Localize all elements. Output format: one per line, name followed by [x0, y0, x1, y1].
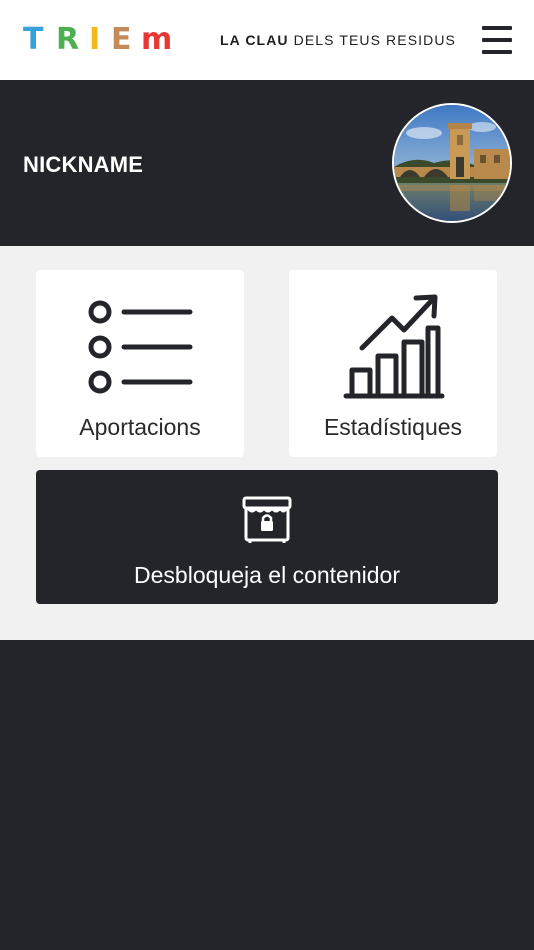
nickname: NICKNAME: [23, 152, 144, 177]
bar-chart-growth-icon: [343, 294, 445, 399]
hamburger-menu-button[interactable]: [482, 26, 512, 54]
logo-letter-t: T: [23, 22, 44, 57]
logo-letter-i: I: [89, 22, 101, 57]
profile-section: NICKNAME: [0, 80, 534, 246]
unlock-container-button[interactable]: Desbloqueja el contenidor: [36, 470, 498, 604]
tagline: LA CLAU DELS TEUS RESIDUS: [220, 32, 456, 48]
triem-logo[interactable]: T R I E m: [23, 22, 177, 57]
statistics-button[interactable]: Estadístiques: [289, 270, 497, 457]
list-icon: [88, 300, 193, 394]
locked-container-icon: [242, 496, 292, 543]
town-bridge-photo: [394, 105, 510, 221]
unlock-label: Desbloqueja el contenidor: [134, 562, 400, 588]
logo-letter-e: E: [111, 22, 132, 57]
tagline-rest: DELS TEUS RESIDUS: [288, 32, 456, 48]
tagline-bold: LA CLAU: [220, 32, 289, 48]
contributions-button[interactable]: Aportacions: [36, 270, 244, 457]
contributions-label: Aportacions: [79, 414, 201, 440]
bottom-area: [0, 640, 534, 950]
avatar[interactable]: [392, 103, 512, 223]
statistics-label: Estadístiques: [323, 414, 463, 440]
app-header: T R I E m LA CLAU DELS TEUS RESIDUS: [0, 0, 534, 80]
actions-panel: Aportacions Estadístiques Desbloqueja el…: [0, 246, 534, 640]
logo-letter-m: m: [141, 22, 173, 57]
logo-letter-r: R: [56, 22, 80, 57]
